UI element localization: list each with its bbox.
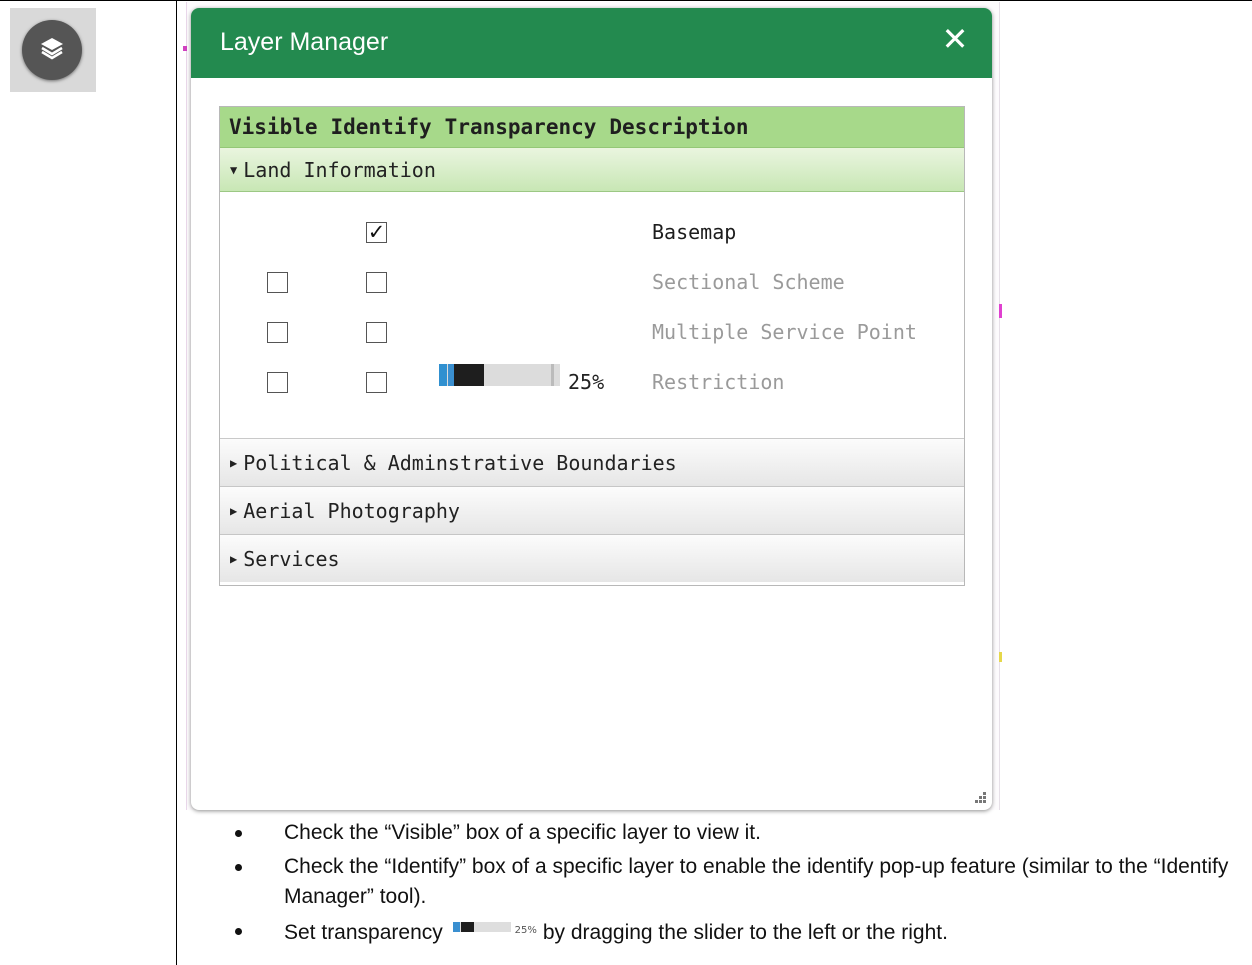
layer-table: Visible Identify Transparency Descriptio… <box>219 106 965 586</box>
layer-description: Restriction <box>652 370 785 394</box>
layer-row-restriction: 25% Restriction <box>220 364 964 410</box>
panel-header[interactable]: Layer Manager ✕ <box>191 8 992 78</box>
group-land-information-layers: ✓ Basemap Sectional Scheme Multiple Serv… <box>220 192 964 439</box>
caret-right-icon: ▶ <box>230 503 238 518</box>
group-label: Aerial Photography <box>243 498 460 523</box>
transparency-value: 25% <box>568 370 605 394</box>
document-column-rule <box>176 0 177 965</box>
visible-checkbox-sectional-scheme[interactable] <box>267 272 288 293</box>
group-label: Land Information <box>243 157 436 182</box>
instruction-visible: Check the “Visible” box of a specific la… <box>228 818 1248 848</box>
visible-checkbox-multiple-service-point[interactable] <box>267 322 288 343</box>
transparency-slider[interactable] <box>439 364 560 386</box>
instruction-text: Set transparency <box>284 921 443 944</box>
identify-checkbox-basemap[interactable]: ✓ <box>366 222 387 243</box>
caret-down-icon: ▼ <box>230 162 238 177</box>
layer-row-basemap: ✓ Basemap <box>220 220 964 260</box>
group-services[interactable]: ▶ Services <box>220 535 964 582</box>
inline-slider-value: 25% <box>514 925 537 936</box>
column-identify: Identify <box>330 115 432 139</box>
inline-slider-icon <box>452 922 511 932</box>
caret-right-icon: ▶ <box>230 455 238 470</box>
group-aerial-photography[interactable]: ▶ Aerial Photography <box>220 487 964 535</box>
instruction-identify: Check the “Identify” box of a specific l… <box>228 852 1248 912</box>
slider-handle[interactable] <box>454 364 484 386</box>
layer-manager-panel: Layer Manager ✕ Visible Identify Transpa… <box>191 8 992 810</box>
instruction-list: Check the “Visible” box of a specific la… <box>228 818 1248 952</box>
column-description: Description <box>609 115 749 139</box>
instruction-text: by dragging the slider to the left or th… <box>542 921 948 944</box>
visible-checkbox-restriction[interactable] <box>267 372 288 393</box>
group-label: Political & Adminstrative Boundaries <box>243 450 677 475</box>
layer-tool-cell <box>10 8 96 92</box>
column-header: Visible Identify Transparency Descriptio… <box>220 107 964 148</box>
close-icon[interactable]: ✕ <box>940 22 970 56</box>
identify-checkbox-multiple-service-point[interactable] <box>366 322 387 343</box>
layer-description: Sectional Scheme <box>652 270 845 294</box>
column-visible: Visible <box>229 115 318 139</box>
layer-row-multiple-service-point: Multiple Service Point <box>220 320 964 360</box>
slider-fill <box>439 364 447 386</box>
layers-icon <box>39 35 65 65</box>
instruction-transparency: Set transparency 25% by dragging the slid… <box>228 916 1248 948</box>
identify-checkbox-sectional-scheme[interactable] <box>366 272 387 293</box>
slider-end <box>551 364 554 386</box>
group-political-boundaries[interactable]: ▶ Political & Adminstrative Boundaries <box>220 439 964 487</box>
panel-title: Layer Manager <box>220 28 389 56</box>
group-land-information[interactable]: ▼ Land Information <box>220 148 964 192</box>
layer-description: Multiple Service Point <box>652 320 917 344</box>
document-top-rule <box>0 0 1252 1</box>
layer-row-sectional-scheme: Sectional Scheme <box>220 270 964 310</box>
caret-right-icon: ▶ <box>230 551 238 566</box>
column-transparency: Transparency <box>444 115 597 139</box>
group-label: Services <box>243 546 340 571</box>
layer-description: Basemap <box>652 220 737 244</box>
layers-button[interactable] <box>22 20 82 80</box>
identify-checkbox-restriction[interactable] <box>366 372 387 393</box>
resize-grip-icon[interactable] <box>974 792 986 804</box>
